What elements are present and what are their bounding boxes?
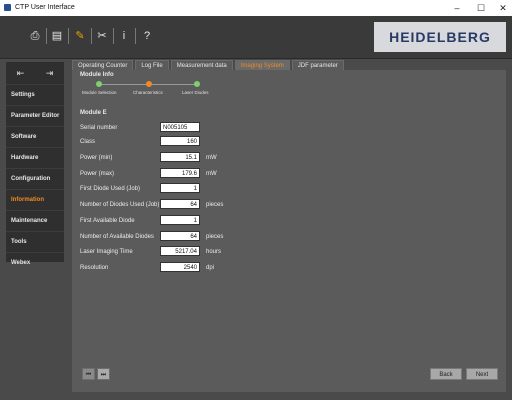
tools-icon[interactable]: ✂ [95, 28, 109, 44]
field-value: 64 [160, 199, 200, 209]
field-label: Number of Available Diodes [80, 234, 154, 240]
field-label: First Available Diode [80, 218, 135, 224]
field-unit: pieces [206, 202, 224, 208]
maximize-button[interactable]: ☐ [474, 2, 488, 14]
module-title: Module E [80, 110, 107, 116]
field-value: 160 [160, 136, 200, 146]
brand-logo: HEIDELBERG [374, 22, 506, 52]
step-dot-laser-diodes[interactable] [194, 81, 200, 87]
field-label: First Diode Used (Job) [80, 186, 141, 192]
help-icon[interactable]: ? [140, 28, 154, 44]
sidebar-item-parameter-editor[interactable]: Parameter Editor [6, 105, 64, 126]
step-label-characteristics: Characteristics [133, 90, 163, 95]
field-label: Resolution [80, 265, 109, 271]
field-label: Number of Diodes Used (Job) [80, 202, 160, 208]
toolbar-divider [113, 28, 114, 44]
brand-text: HEIDELBERG [389, 29, 491, 45]
back-button[interactable]: Back [430, 368, 462, 380]
field-first-available-diode: First Available Diode 1 [80, 215, 300, 227]
field-label: Power (max) [80, 171, 115, 177]
tab-bar: Operating Counter Log File Measurement d… [72, 60, 346, 71]
collapse-left-icon[interactable]: ⇤ [17, 68, 25, 79]
field-value: 179.6 [160, 168, 200, 178]
field-label: Laser Imaging Time [80, 249, 133, 255]
field-value: 2540 [160, 262, 200, 272]
field-label: Serial number [80, 125, 118, 131]
section-title: Module Info [80, 72, 114, 78]
field-resolution: Resolution 2540 dpi [80, 262, 300, 274]
window-title: CTP User Interface [15, 4, 75, 11]
printer-icon[interactable]: ⎙ [28, 28, 42, 44]
wrench-icon[interactable]: ✎ [73, 28, 87, 44]
sidebar-arrows: ⇤ ⇥ [6, 62, 64, 84]
step-dot-characteristics[interactable] [146, 81, 152, 87]
field-unit: pieces [206, 234, 224, 240]
sidebar-item-maintenance[interactable]: Maintenance [6, 210, 64, 231]
field-unit: dpi [206, 265, 215, 271]
field-label: Power (min) [80, 155, 113, 161]
step-connector [100, 84, 148, 85]
field-unit: mW [206, 171, 217, 177]
toolbar-divider [91, 28, 92, 44]
field-unit: hours [206, 249, 222, 255]
step-indicator: Module Selection Characteristics Laser D… [80, 80, 220, 102]
app-icon [4, 4, 11, 11]
collapse-right-icon[interactable]: ⇥ [46, 68, 54, 79]
field-label: Class [80, 139, 96, 145]
first-page-button[interactable]: ⏮ [82, 368, 95, 380]
field-power-min: Power (min) 15.1 mW [80, 152, 300, 164]
sidebar-item-webex[interactable]: Webex [6, 252, 64, 273]
step-label-laser-diodes: Laser Diodes [182, 90, 209, 95]
field-class: Class 160 [80, 136, 300, 148]
field-laser-imaging-time: Laser Imaging Time 5217.04 hours [80, 246, 300, 258]
field-value: 5217.04 [160, 246, 200, 256]
field-value: 15.1 [160, 152, 200, 162]
field-first-diode-used: First Diode Used (Job) 1 [80, 183, 300, 195]
field-value: N005105 [160, 122, 200, 132]
sidebar-item-tools[interactable]: Tools [6, 231, 64, 252]
toolbar-divider [135, 28, 136, 44]
sidebar-item-settings[interactable]: Settings [6, 84, 64, 105]
field-value: 64 [160, 231, 200, 241]
sidebar-item-software[interactable]: Software [6, 126, 64, 147]
step-connector [152, 84, 198, 85]
sidebar-item-information[interactable]: Information [6, 189, 64, 210]
minimize-button[interactable]: – [450, 2, 464, 14]
field-number-of-available-diodes: Number of Available Diodes 64 pieces [80, 231, 300, 243]
next-button[interactable]: Next [466, 368, 498, 380]
toolbar-divider [46, 28, 47, 44]
document-icon[interactable]: ▤ [50, 28, 64, 44]
field-serial-number: Serial number N005105 [80, 122, 300, 134]
last-page-button[interactable]: ⏭ [97, 368, 110, 380]
field-value: 1 [160, 215, 200, 225]
field-power-max: Power (max) 179.6 mW [80, 168, 300, 180]
sidebar: ⇤ ⇥ Settings Parameter Editor Software H… [6, 62, 64, 266]
step-dot-module-selection[interactable] [96, 81, 102, 87]
main-panel: Module Info Module Selection Characteris… [72, 70, 506, 392]
sidebar-item-configuration[interactable]: Configuration [6, 168, 64, 189]
field-value: 1 [160, 183, 200, 193]
close-button[interactable]: ✕ [496, 2, 510, 14]
info-icon[interactable]: i [117, 28, 131, 44]
field-number-of-diodes-used: Number of Diodes Used (Job) 64 pieces [80, 199, 300, 211]
toolbar-divider [68, 28, 69, 44]
field-unit: mW [206, 155, 217, 161]
sidebar-item-hardware[interactable]: Hardware [6, 147, 64, 168]
toolbar: ⎙ ▤ ✎ ✂ i ? HEIDELBERG [0, 16, 512, 59]
title-bar: CTP User Interface – ☐ ✕ [0, 0, 512, 16]
step-label-module-selection: Module Selection [82, 90, 117, 95]
